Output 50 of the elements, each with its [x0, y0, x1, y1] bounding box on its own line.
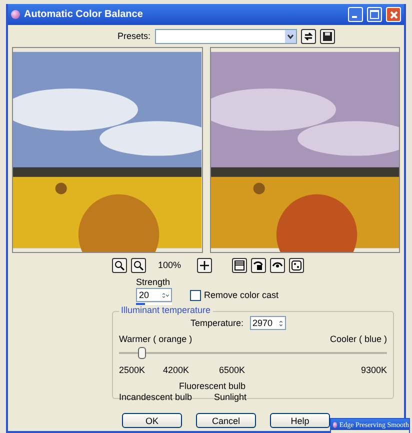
proof-button[interactable]	[289, 258, 304, 272]
zoom-in-icon	[114, 260, 125, 270]
spin-arrows-icon	[162, 290, 169, 300]
minimize-button[interactable]	[348, 7, 363, 22]
strength-label: Strength	[136, 277, 172, 287]
zoom-level: 100%	[158, 260, 182, 270]
app-icon	[333, 422, 338, 428]
close-button[interactable]	[386, 7, 401, 22]
pan-button[interactable]	[197, 258, 212, 272]
dice-icon	[291, 260, 302, 270]
split-view-icon	[234, 260, 246, 270]
dialog-button[interactable]: OK	[122, 413, 182, 428]
undo-button[interactable]	[251, 258, 266, 272]
marker-label: Fluorescent bulb	[178, 381, 247, 391]
save-button[interactable]	[320, 28, 334, 44]
window-title: Automatic Color Balance	[24, 9, 144, 20]
app-icon	[11, 10, 20, 19]
remove-color-cast-label: Remove color cast	[204, 290, 279, 300]
temperature-value: 2970	[252, 318, 274, 328]
marker-label: Incandescent bulb	[119, 392, 194, 402]
tick-label: 6500K	[219, 365, 246, 375]
presets-label: Presets:	[117, 31, 150, 41]
warmer-label: Warmer ( orange )	[119, 334, 192, 344]
temperature-label: Temperature:	[190, 318, 244, 328]
zoom-out-icon	[133, 260, 144, 270]
cooler-label: Cooler ( blue )	[330, 334, 387, 344]
zoom-out-button[interactable]	[131, 258, 146, 272]
strength-field[interactable]: 20	[136, 288, 172, 302]
remove-color-cast-checkbox[interactable]	[190, 290, 201, 300]
reset-button[interactable]	[300, 28, 316, 44]
redo-button[interactable]	[270, 258, 286, 272]
maximize-icon	[370, 10, 379, 19]
dialog-button[interactable]: Help	[270, 413, 330, 428]
strength-value: 20	[139, 290, 150, 300]
zoom-in-button[interactable]	[112, 258, 127, 272]
crosshair-icon	[199, 260, 210, 270]
temperature-field[interactable]: 2970	[250, 316, 286, 330]
tick-label: 2500K	[119, 365, 146, 375]
slider-thumb[interactable]	[138, 347, 146, 359]
tick-label: 4200K	[163, 365, 190, 375]
dialog-button[interactable]: Cancel	[196, 413, 256, 428]
spin-arrows-icon	[278, 318, 283, 328]
arrows-icon	[302, 30, 314, 42]
tick-label: 9300K	[360, 365, 387, 375]
maximize-button[interactable]	[367, 7, 382, 22]
marker-label: Sunlight	[214, 392, 248, 402]
close-icon	[390, 10, 398, 18]
group-title: Illuminant temperature	[119, 305, 213, 315]
layout-button[interactable]	[232, 258, 248, 272]
chevron-down-icon	[286, 34, 294, 38]
